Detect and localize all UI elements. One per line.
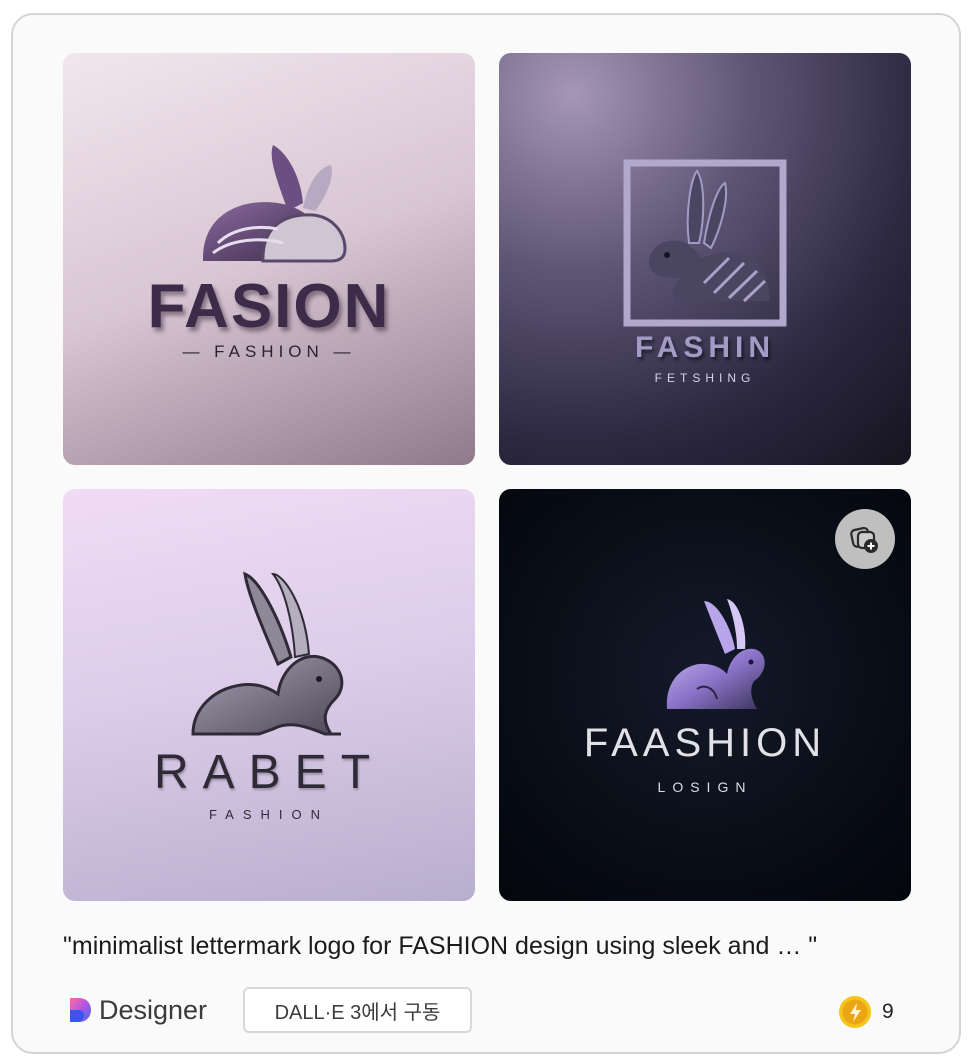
- boost-count: 9: [882, 1000, 894, 1023]
- generated-image-3[interactable]: RABET FASHION: [63, 489, 475, 901]
- engine-badge: DALL·E 3에서 구동: [243, 987, 472, 1033]
- generated-image-2[interactable]: FASHIN FETSHING: [499, 53, 911, 465]
- add-to-collection-icon: [850, 526, 878, 553]
- brand-label: Designer: [99, 994, 208, 1025]
- prompt-caption: "minimalist lettermark logo for FASHION …: [63, 932, 818, 960]
- rabbit-logo-graphic: [191, 571, 344, 736]
- logo-title: FASION: [147, 272, 391, 341]
- generated-image-1[interactable]: FASION — FASHION —: [63, 53, 475, 465]
- logo-title: FAASHION: [583, 721, 827, 765]
- logo-subtitle: LOSIGN: [657, 779, 753, 795]
- logo-title: RABET: [153, 746, 385, 799]
- designer-logo-icon: [70, 998, 91, 1022]
- logo-subtitle: FASHION: [208, 807, 330, 822]
- designer-brand: Designer: [67, 993, 207, 1027]
- rabbit-logo-graphic: [623, 159, 787, 327]
- rabbit-logo-graphic: [203, 145, 347, 263]
- logo-title: FASHIN: [634, 331, 775, 364]
- add-to-collection-button[interactable]: [835, 509, 895, 569]
- logo-subtitle: — FASHION —: [182, 342, 356, 361]
- boost-coin-icon: [839, 996, 871, 1028]
- logo-subtitle: FETSHING: [654, 371, 756, 385]
